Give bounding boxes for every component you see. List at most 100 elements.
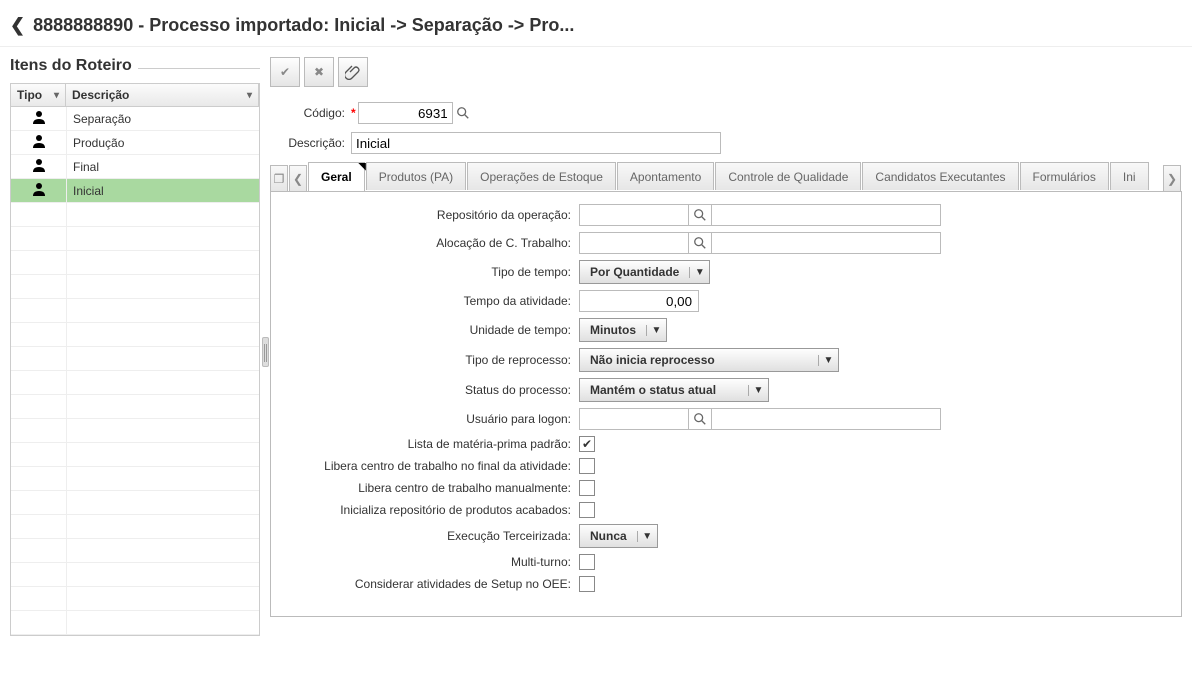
- roteiro-grid: Tipo ▾ Descrição ▾ SeparaçãoProduçãoFina…: [10, 83, 260, 636]
- repositorio-search-icon[interactable]: [689, 204, 711, 226]
- tab-formul-rios[interactable]: Formulários: [1020, 162, 1109, 190]
- codigo-input[interactable]: [358, 102, 453, 124]
- page-header: ❮ 8888888890 - Processo importado: Inici…: [0, 0, 1192, 46]
- tab-content-geral: Repositório da operação: Alocação de C. …: [270, 192, 1182, 617]
- usuario-logon-label: Usuário para logon:: [281, 412, 571, 426]
- confirm-button[interactable]: ✔: [270, 57, 300, 87]
- tempo-atividade-input[interactable]: [579, 290, 699, 312]
- exec-terc-select[interactable]: Nunca▼: [579, 524, 658, 548]
- tab-scroll-left[interactable]: ❮: [289, 165, 307, 191]
- exec-terc-label: Execução Terceirizada:: [281, 529, 571, 543]
- multi-turno-checkbox[interactable]: [579, 554, 595, 570]
- table-row[interactable]: [11, 203, 259, 227]
- tab-produtos-pa-[interactable]: Produtos (PA): [366, 162, 466, 190]
- row-desc: Separação: [66, 107, 259, 130]
- tab-bar: ❐ ❮ Geral◥Produtos (PA)Operações de Esto…: [270, 162, 1182, 192]
- table-row[interactable]: Inicial: [11, 179, 259, 203]
- table-row[interactable]: [11, 251, 259, 275]
- alocacao-search-icon[interactable]: [689, 232, 711, 254]
- splitter-handle[interactable]: [262, 337, 269, 367]
- lista-mp-label: Lista de matéria-prima padrão:: [281, 437, 571, 451]
- unidade-tempo-select[interactable]: Minutos▼: [579, 318, 667, 342]
- person-icon: [11, 157, 66, 176]
- table-row[interactable]: [11, 227, 259, 251]
- tempo-atividade-label: Tempo da atividade:: [281, 294, 571, 308]
- status-select[interactable]: Mantém o status atual▼: [579, 378, 769, 402]
- usuario-logon-input[interactable]: [579, 408, 689, 430]
- back-chevron[interactable]: ❮: [10, 15, 25, 36]
- col-header-tipo[interactable]: Tipo ▾: [11, 84, 66, 106]
- filter-icon[interactable]: ▾: [247, 90, 252, 101]
- left-panel: Itens do Roteiro Tipo ▾ Descrição ▾ Sepa…: [10, 57, 260, 636]
- person-icon: [11, 109, 66, 128]
- multi-turno-label: Multi-turno:: [281, 555, 571, 569]
- setup-oee-checkbox[interactable]: [579, 576, 595, 592]
- table-row[interactable]: [11, 491, 259, 515]
- lista-mp-checkbox[interactable]: [579, 436, 595, 452]
- inicializa-rep-label: Inicializa repositório de produtos acaba…: [281, 503, 571, 517]
- status-label: Status do processo:: [281, 383, 571, 397]
- inicializa-rep-checkbox[interactable]: [579, 502, 595, 518]
- col-header-descricao[interactable]: Descrição ▾: [66, 84, 259, 106]
- required-mark: *: [351, 106, 356, 120]
- repositorio-input[interactable]: [579, 204, 689, 226]
- attachment-button[interactable]: [338, 57, 368, 87]
- tab-geral[interactable]: Geral◥: [308, 162, 365, 191]
- table-row[interactable]: [11, 611, 259, 635]
- unidade-tempo-label: Unidade de tempo:: [281, 323, 571, 337]
- usuario-logon-desc: [711, 408, 941, 430]
- table-row[interactable]: [11, 395, 259, 419]
- table-row[interactable]: [11, 299, 259, 323]
- descricao-label: Descrição:: [270, 136, 345, 150]
- alocacao-input[interactable]: [579, 232, 689, 254]
- table-row[interactable]: [11, 275, 259, 299]
- alocacao-label: Alocação de C. Trabalho:: [281, 236, 571, 250]
- table-row[interactable]: [11, 323, 259, 347]
- repositorio-label: Repositório da operação:: [281, 208, 571, 222]
- table-row[interactable]: [11, 467, 259, 491]
- filter-icon[interactable]: ▾: [54, 90, 59, 101]
- table-row[interactable]: [11, 347, 259, 371]
- tipo-reprocesso-select[interactable]: Não inicia reprocesso▼: [579, 348, 839, 372]
- libera-fim-label: Libera centro de trabalho no final da at…: [281, 459, 571, 473]
- table-row[interactable]: Final: [11, 155, 259, 179]
- row-desc: Final: [66, 155, 259, 178]
- tab-apontamento[interactable]: Apontamento: [617, 162, 714, 190]
- tab-opera-es-de-estoque[interactable]: Operações de Estoque: [467, 162, 616, 190]
- tipo-tempo-select[interactable]: Por Quantidade▼: [579, 260, 710, 284]
- tab-ini[interactable]: Ini: [1110, 162, 1149, 190]
- libera-manual-label: Libera centro de trabalho manualmente:: [281, 481, 571, 495]
- right-panel: ✔ ✖ Código: * Descrição: ❐ ❮ Geral◥Produ…: [270, 57, 1182, 636]
- row-desc: Produção: [66, 131, 259, 154]
- table-row[interactable]: [11, 371, 259, 395]
- libera-manual-checkbox[interactable]: [579, 480, 595, 496]
- left-panel-title: Itens do Roteiro: [10, 57, 132, 75]
- descricao-input[interactable]: [351, 132, 721, 154]
- tab-scroll-right[interactable]: ❯: [1163, 165, 1181, 191]
- alocacao-desc: [711, 232, 941, 254]
- table-row[interactable]: [11, 563, 259, 587]
- toolbar: ✔ ✖: [270, 57, 1182, 87]
- repositorio-desc: [711, 204, 941, 226]
- table-row[interactable]: [11, 419, 259, 443]
- page-title: 8888888890 - Processo importado: Inicial…: [33, 15, 574, 36]
- table-row[interactable]: Produção: [11, 131, 259, 155]
- tab-controle-de-qualidade[interactable]: Controle de Qualidade: [715, 162, 861, 190]
- table-row[interactable]: [11, 587, 259, 611]
- table-row[interactable]: Separação: [11, 107, 259, 131]
- table-row[interactable]: [11, 515, 259, 539]
- tipo-reprocesso-label: Tipo de reprocesso:: [281, 353, 571, 367]
- tab-candidatos-executantes[interactable]: Candidatos Executantes: [862, 162, 1018, 190]
- table-row[interactable]: [11, 443, 259, 467]
- person-icon: [11, 133, 66, 152]
- row-desc: Inicial: [66, 179, 259, 202]
- usuario-logon-search-icon[interactable]: [689, 408, 711, 430]
- codigo-search-icon[interactable]: [453, 102, 473, 124]
- table-row[interactable]: [11, 539, 259, 563]
- tab-copy-icon[interactable]: ❐: [270, 165, 288, 191]
- cancel-button[interactable]: ✖: [304, 57, 334, 87]
- libera-fim-checkbox[interactable]: [579, 458, 595, 474]
- codigo-label: Código:: [270, 106, 345, 120]
- setup-oee-label: Considerar atividades de Setup no OEE:: [281, 577, 571, 591]
- person-icon: [11, 181, 66, 200]
